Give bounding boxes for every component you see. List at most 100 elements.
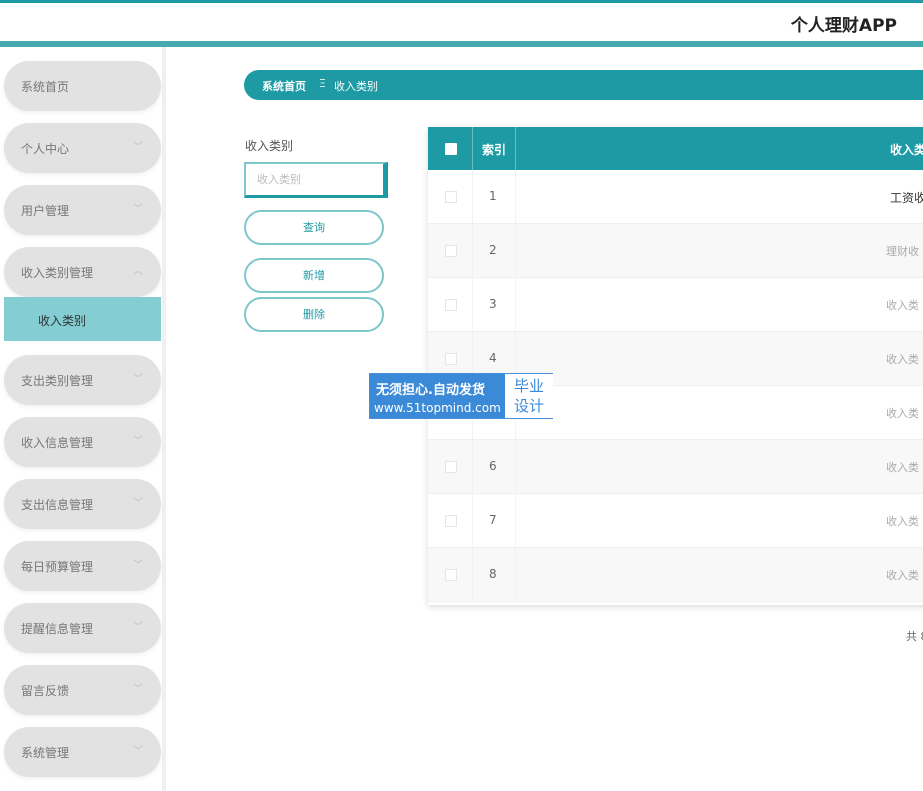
submenu-item-income-category[interactable]: 收入类别 bbox=[4, 297, 161, 341]
chevron-down-icon: ﹀ bbox=[133, 684, 143, 695]
sidebar-item-label: 支出类别管理 bbox=[21, 374, 94, 388]
add-button[interactable]: 新增 bbox=[244, 258, 384, 293]
breadcrumb-home-link[interactable]: 系统首页 bbox=[262, 78, 306, 94]
row-checkbox[interactable] bbox=[445, 353, 457, 365]
app-header: 个人理财APP bbox=[0, 3, 923, 41]
table-header: 索引 收入类 bbox=[428, 127, 923, 170]
watermark-text: 无须担心.自动发货 bbox=[376, 383, 485, 398]
sidebar-item-label: 支出信息管理 bbox=[21, 498, 94, 512]
row-checkbox[interactable] bbox=[445, 245, 457, 257]
pagination-total: 共 8 bbox=[906, 630, 923, 643]
column-header-index[interactable]: 索引 bbox=[482, 141, 506, 158]
chevron-down-icon: ﹀ bbox=[133, 436, 143, 447]
row-checkbox[interactable] bbox=[445, 569, 457, 581]
watermark-badge-line: 毕业 bbox=[513, 377, 544, 395]
sidebar-item-income-category-management[interactable]: 收入类别管理 ︿ bbox=[4, 247, 161, 297]
cell-name: 工资收 bbox=[890, 191, 923, 205]
search-label: 收入类别 bbox=[245, 139, 294, 153]
sidebar-item-label: 提醒信息管理 bbox=[21, 622, 94, 636]
chevron-down-icon: ﹀ bbox=[133, 622, 143, 633]
row-checkbox[interactable] bbox=[445, 191, 457, 203]
cell-index: 6 bbox=[489, 459, 497, 473]
column-divider bbox=[472, 127, 473, 170]
table-row[interactable]: 2 理财收 bbox=[428, 224, 923, 278]
sidebar-item-system-management[interactable]: 系统管理 ﹀ bbox=[4, 727, 161, 777]
watermark-badge-line: 设计 bbox=[513, 397, 544, 415]
cell-name: 收入类 bbox=[886, 569, 919, 582]
column-divider bbox=[515, 127, 516, 170]
table-row[interactable]: 3 收入类 bbox=[428, 278, 923, 332]
table-row[interactable]: 1 工资收 bbox=[428, 170, 923, 224]
sidebar-item-home[interactable]: 系统首页 bbox=[4, 61, 161, 111]
watermark-badge: 毕业 设计 bbox=[505, 374, 553, 418]
column-divider bbox=[472, 224, 473, 278]
submenu-item-label: 收入类别 bbox=[38, 314, 87, 328]
sidebar-item-reminder-management[interactable]: 提醒信息管理 ﹀ bbox=[4, 603, 161, 653]
chevron-up-icon: ︿ bbox=[133, 266, 143, 277]
sidebar-item-label: 系统管理 bbox=[21, 746, 70, 760]
delete-button[interactable]: 删除 bbox=[244, 297, 384, 332]
row-checkbox[interactable] bbox=[445, 299, 457, 311]
column-divider bbox=[515, 278, 516, 332]
column-divider bbox=[472, 494, 473, 548]
watermark-banner: 无须担心.自动发货 www.51topmind.com 毕业 设计 bbox=[369, 373, 553, 419]
sidebar-item-label: 个人中心 bbox=[21, 142, 70, 156]
sidebar-item-expense-info-management[interactable]: 支出信息管理 ﹀ bbox=[4, 479, 161, 529]
sidebar-item-label: 收入类别管理 bbox=[21, 266, 94, 280]
sidebar-item-income-info-management[interactable]: 收入信息管理 ﹀ bbox=[4, 417, 161, 467]
cell-name: 收入类 bbox=[886, 353, 919, 366]
column-divider bbox=[472, 440, 473, 494]
column-divider bbox=[472, 548, 473, 602]
sidebar-item-label: 用户管理 bbox=[21, 204, 70, 218]
query-button[interactable]: 查询 bbox=[244, 210, 384, 245]
breadcrumb-current: 收入类别 bbox=[334, 80, 378, 93]
sidebar-item-label: 收入信息管理 bbox=[21, 436, 94, 450]
cell-index: 1 bbox=[489, 189, 497, 203]
cell-index: 2 bbox=[489, 243, 497, 257]
breadcrumb: 系统首页 Ξ 收入类别 bbox=[244, 70, 923, 100]
cell-name: 收入类 bbox=[886, 461, 919, 474]
chevron-down-icon: ﹀ bbox=[133, 498, 143, 509]
data-table: 索引 收入类 1工资收2理财收3收入类4收入类5收入类6收入类7收入类8收入类 bbox=[428, 127, 923, 605]
chevron-down-icon: ﹀ bbox=[133, 374, 143, 385]
sidebar-item-expense-category-management[interactable]: 支出类别管理 ﹀ bbox=[4, 355, 161, 405]
column-divider bbox=[515, 440, 516, 494]
sidebar-item-feedback[interactable]: 留言反馈 ﹀ bbox=[4, 665, 161, 715]
sidebar-item-personal-center[interactable]: 个人中心 ﹀ bbox=[4, 123, 161, 173]
sidebar-item-user-management[interactable]: 用户管理 ﹀ bbox=[4, 185, 161, 235]
watermark-url: www.51topmind.com bbox=[374, 401, 501, 415]
chevron-down-icon: ﹀ bbox=[133, 204, 143, 215]
table-row[interactable]: 7 收入类 bbox=[428, 494, 923, 548]
sidebar-item-daily-budget-management[interactable]: 每日预算管理 ﹀ bbox=[4, 541, 161, 591]
row-checkbox[interactable] bbox=[445, 461, 457, 473]
column-header-name[interactable]: 收入类 bbox=[890, 141, 923, 158]
cell-name: 收入类 bbox=[886, 515, 919, 528]
column-divider bbox=[515, 494, 516, 548]
cell-index: 7 bbox=[489, 513, 497, 527]
chevron-down-icon: ﹀ bbox=[133, 746, 143, 757]
cell-name: 理财收 bbox=[886, 245, 919, 258]
row-checkbox[interactable] bbox=[445, 515, 457, 527]
chevron-down-icon: ﹀ bbox=[133, 142, 143, 153]
column-divider bbox=[515, 170, 516, 224]
column-divider bbox=[472, 278, 473, 332]
chevron-down-icon: ﹀ bbox=[133, 560, 143, 571]
cell-name: 收入类 bbox=[886, 407, 919, 420]
column-divider bbox=[472, 170, 473, 224]
cell-index: 8 bbox=[489, 567, 497, 581]
cell-index: 4 bbox=[489, 351, 497, 365]
sidebar-item-label: 留言反馈 bbox=[21, 684, 70, 698]
cell-name: 收入类 bbox=[886, 299, 919, 312]
sidebar-item-label: 每日预算管理 bbox=[21, 560, 94, 574]
table-row[interactable]: 6 收入类 bbox=[428, 440, 923, 494]
column-divider bbox=[515, 224, 516, 278]
column-divider bbox=[515, 548, 516, 602]
search-input[interactable] bbox=[244, 162, 388, 198]
table-row[interactable]: 8 收入类 bbox=[428, 548, 923, 602]
cell-index: 3 bbox=[489, 297, 497, 311]
sidebar-item-label: 系统首页 bbox=[21, 80, 70, 94]
app-title: 个人理财APP bbox=[790, 16, 897, 36]
select-all-checkbox[interactable] bbox=[445, 143, 457, 155]
breadcrumb-separator-icon: Ξ bbox=[319, 77, 326, 90]
sidebar: 系统首页 个人中心 ﹀ 用户管理 ﹀ 收入类别管理 ︿ 收入类别 支出类别管理 … bbox=[0, 47, 166, 791]
